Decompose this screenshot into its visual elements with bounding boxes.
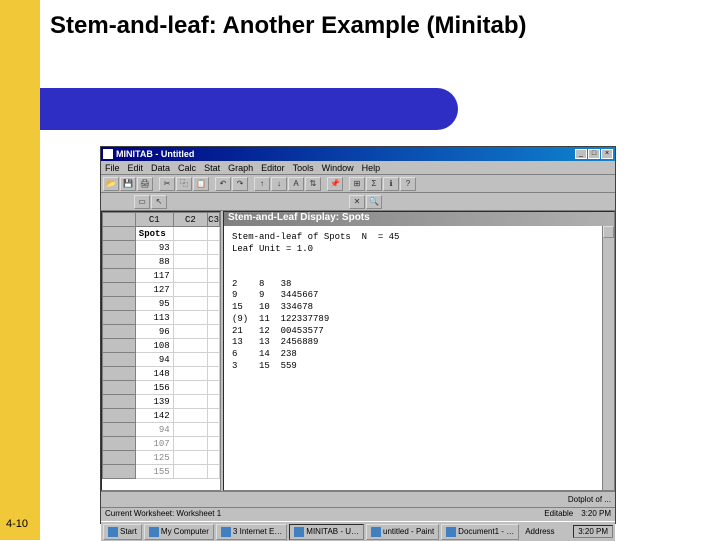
computer-icon [149, 527, 159, 537]
task-mycomputer[interactable]: My Computer [144, 524, 214, 540]
cell[interactable]: 142 [135, 409, 173, 423]
address-label: Address [525, 527, 554, 536]
cell[interactable]: 148 [135, 367, 173, 381]
toolbar-1: 📂 💾 🖨 ✂ ⿻ 📋 ↶ ↷ ↑ ↓ A ⇅ 📌 ⊞ Σ ℹ ? [101, 175, 615, 193]
status-time: 3:20 PM [581, 509, 611, 518]
cell[interactable]: 156 [135, 381, 173, 395]
tool-paste-icon[interactable]: 📋 [193, 177, 209, 191]
tool-open-icon[interactable]: 📂 [103, 177, 119, 191]
cell[interactable]: 125 [135, 451, 173, 465]
menu-data[interactable]: Data [151, 163, 170, 173]
minitab-icon [294, 527, 304, 537]
status-editable: Editable [544, 509, 573, 518]
tool-zoom-icon[interactable]: 🔍 [366, 195, 382, 209]
cell[interactable]: 93 [135, 241, 173, 255]
windows-icon [108, 527, 118, 537]
word-icon [446, 527, 456, 537]
task-minitab[interactable]: MINITAB - U… [289, 524, 364, 540]
tool-arrow-down-icon[interactable]: ↓ [271, 177, 287, 191]
maximize-button[interactable]: □ [588, 149, 600, 159]
tool-info-icon[interactable]: ℹ [383, 177, 399, 191]
menu-edit[interactable]: Edit [128, 163, 144, 173]
col-name[interactable]: Spots [135, 227, 173, 241]
tool-print-icon[interactable]: 🖨 [137, 177, 153, 191]
toolbar-2: ▭ ↖ ✕ 🔍 [101, 193, 615, 211]
tool-save-icon[interactable]: 💾 [120, 177, 136, 191]
accent-sidebar [0, 0, 40, 540]
tool-select-icon[interactable]: ▭ [134, 195, 150, 209]
scroll-up-icon[interactable] [603, 226, 614, 238]
minitab-window: MINITAB - Untitled _ □ × File Edit Data … [100, 146, 616, 524]
title-underline [40, 88, 458, 130]
cell[interactable]: 95 [135, 297, 173, 311]
session-output[interactable]: Stem-and-leaf of Spots N = 45 Leaf Unit … [224, 226, 614, 378]
tool-pointer-icon[interactable]: ↖ [151, 195, 167, 209]
task-word[interactable]: Document1 - … [441, 524, 519, 540]
cell[interactable]: 113 [135, 311, 173, 325]
status-worksheet: Current Worksheet: Worksheet 1 [105, 509, 221, 518]
tool-undo-icon[interactable]: ↶ [215, 177, 231, 191]
task-ie[interactable]: 3 Internet E… [216, 524, 287, 540]
cell[interactable]: 88 [135, 255, 173, 269]
menu-stat[interactable]: Stat [204, 163, 220, 173]
col-header-c3[interactable]: C3 [208, 213, 220, 227]
session-title: Stem-and-Leaf Display: Spots [224, 212, 614, 226]
tool-sort-icon[interactable]: ⇅ [305, 177, 321, 191]
dotplot-link[interactable]: Dotplot of ... [568, 495, 611, 504]
cell[interactable]: 155 [135, 465, 173, 479]
slide-title: Stem-and-leaf: Another Example (Minitab) [50, 12, 526, 41]
cell[interactable]: 108 [135, 339, 173, 353]
menu-window[interactable]: Window [322, 163, 354, 173]
cell[interactable]: 94 [135, 353, 173, 367]
col-header-c2[interactable]: C2 [173, 213, 207, 227]
scrollbar[interactable] [602, 226, 614, 490]
tool-redo-icon[interactable]: ↷ [232, 177, 248, 191]
worksheet-panel: C1 C2 C3 Spots 93 88 117 127 95 113 96 1… [101, 211, 221, 491]
tool-help-icon[interactable]: ? [400, 177, 416, 191]
minimize-button[interactable]: _ [575, 149, 587, 159]
project-bar: Dotplot of ... [101, 491, 615, 507]
page-number: 4-10 [6, 518, 28, 530]
menubar: File Edit Data Calc Stat Graph Editor To… [101, 161, 615, 175]
window-titlebar[interactable]: MINITAB - Untitled _ □ × [101, 147, 615, 161]
tool-text-icon[interactable]: A [288, 177, 304, 191]
row-header-blank [103, 213, 136, 227]
menu-calc[interactable]: Calc [178, 163, 196, 173]
tool-copy-icon[interactable]: ⿻ [176, 177, 192, 191]
menu-graph[interactable]: Graph [228, 163, 253, 173]
tool-pin-icon[interactable]: 📌 [327, 177, 343, 191]
windows-taskbar: Start My Computer 3 Internet E… MINITAB … [101, 521, 615, 541]
menu-editor[interactable]: Editor [261, 163, 285, 173]
tool-calc-icon[interactable]: ⊞ [349, 177, 365, 191]
menu-tools[interactable]: Tools [293, 163, 314, 173]
cell[interactable]: 94 [135, 423, 173, 437]
cell[interactable]: 96 [135, 325, 173, 339]
taskbar-clock[interactable]: 3:20 PM [573, 525, 613, 538]
tool-cut-icon[interactable]: ✂ [159, 177, 175, 191]
start-button[interactable]: Start [103, 524, 142, 540]
tool-arrow-up-icon[interactable]: ↑ [254, 177, 270, 191]
statusbar: Current Worksheet: Worksheet 1 3:20 PM E… [101, 507, 615, 521]
app-icon [103, 149, 113, 159]
menu-help[interactable]: Help [362, 163, 381, 173]
cell[interactable]: 139 [135, 395, 173, 409]
cell[interactable]: 107 [135, 437, 173, 451]
col-header-c1[interactable]: C1 [135, 213, 173, 227]
window-title: MINITAB - Untitled [116, 149, 575, 159]
cell[interactable]: 127 [135, 283, 173, 297]
menu-file[interactable]: File [105, 163, 120, 173]
task-paint[interactable]: untitled - Paint [366, 524, 439, 540]
ie-icon [221, 527, 231, 537]
close-button[interactable]: × [601, 149, 613, 159]
session-panel: Stem-and-Leaf Display: Spots Stem-and-le… [223, 211, 615, 491]
tool-stat-icon[interactable]: Σ [366, 177, 382, 191]
cell[interactable]: 117 [135, 269, 173, 283]
tool-cancel-icon[interactable]: ✕ [349, 195, 365, 209]
paint-icon [371, 527, 381, 537]
